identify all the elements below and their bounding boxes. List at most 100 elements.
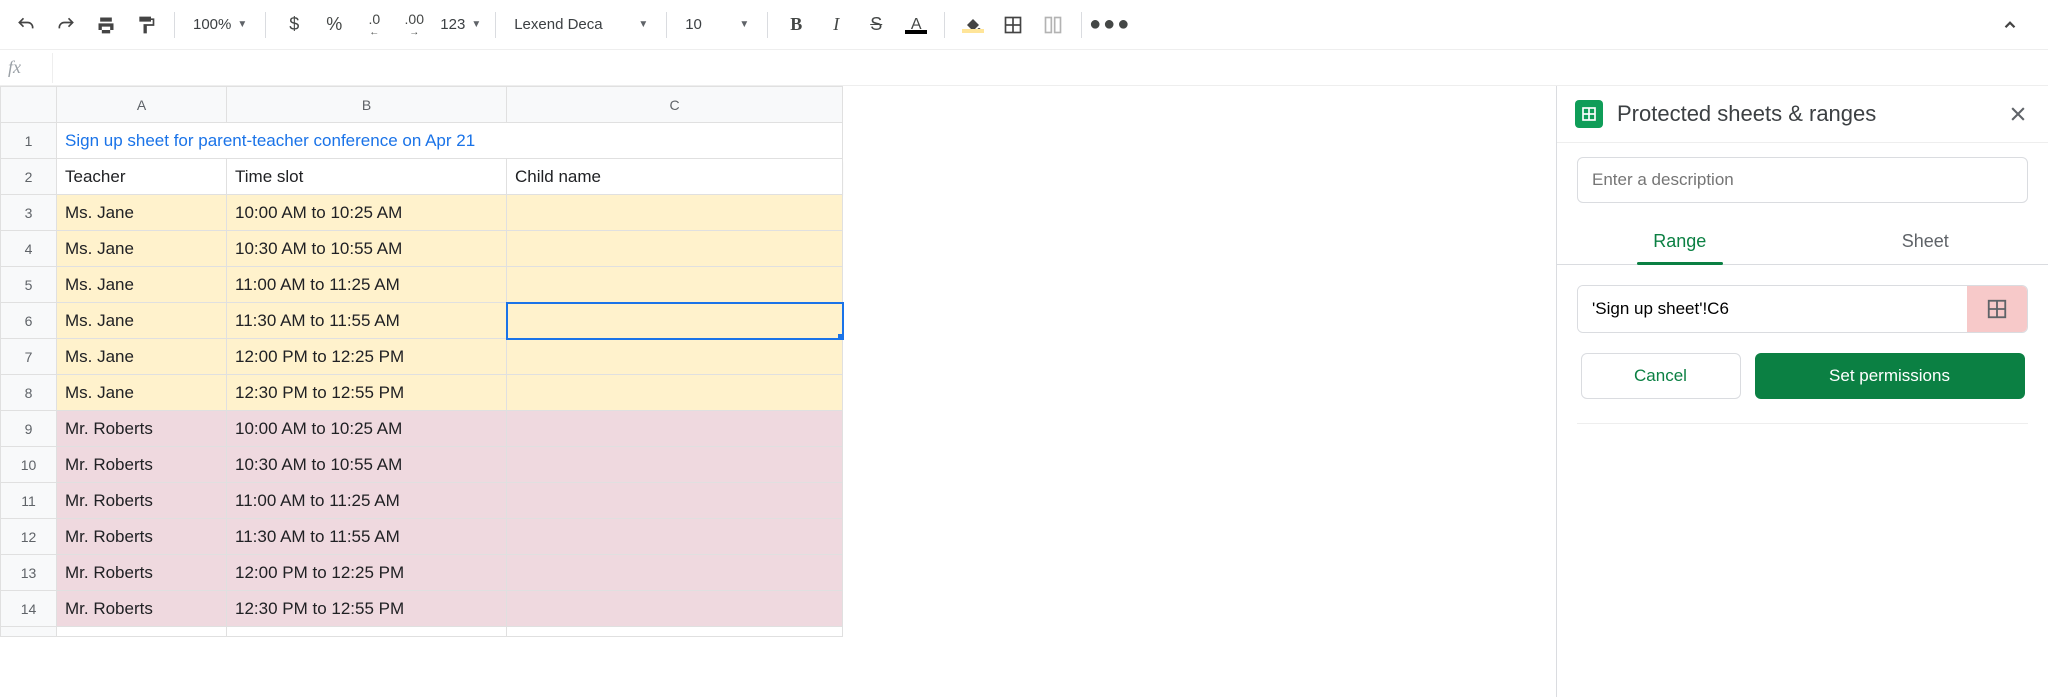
decrease-decimal-button[interactable]: .0← — [356, 7, 392, 43]
cell[interactable]: 12:00 PM to 12:25 PM — [227, 555, 507, 591]
row-header[interactable]: 1 — [1, 123, 57, 159]
column-header-B[interactable]: B — [227, 87, 507, 123]
cell[interactable]: Mr. Roberts — [57, 411, 227, 447]
cell[interactable]: Mr. Roberts — [57, 591, 227, 627]
row-header[interactable]: 6 — [1, 303, 57, 339]
cell[interactable]: Mr. Roberts — [57, 447, 227, 483]
cell[interactable]: 11:30 AM to 11:55 AM — [227, 303, 507, 339]
print-button[interactable] — [88, 7, 124, 43]
borders-button[interactable] — [995, 7, 1031, 43]
collapse-toolbar-button[interactable] — [1992, 7, 2028, 43]
sheet-title[interactable]: Sign up sheet for parent-teacher confere… — [57, 123, 843, 159]
cell[interactable] — [507, 339, 843, 375]
row-header[interactable]: 12 — [1, 519, 57, 555]
cell[interactable]: 10:00 AM to 10:25 AM — [227, 195, 507, 231]
cell[interactable] — [507, 411, 843, 447]
row-header[interactable]: 13 — [1, 555, 57, 591]
select-range-button[interactable] — [1967, 286, 2027, 332]
cell[interactable] — [507, 195, 843, 231]
formula-input[interactable] — [52, 53, 2040, 83]
cancel-button[interactable]: Cancel — [1581, 353, 1741, 399]
font-name: Lexend Deca — [514, 16, 602, 33]
cell[interactable]: 11:00 AM to 11:25 AM — [227, 483, 507, 519]
cell[interactable]: Child name — [507, 159, 843, 195]
strikethrough-button[interactable]: S — [858, 7, 894, 43]
fx-icon: fx — [8, 57, 40, 78]
font-size-value: 10 — [685, 16, 702, 33]
cell[interactable] — [507, 519, 843, 555]
selection-handle[interactable] — [838, 334, 843, 339]
cell[interactable]: 12:30 PM to 12:55 PM — [227, 591, 507, 627]
row-header[interactable]: 9 — [1, 411, 57, 447]
cell[interactable]: Mr. Roberts — [57, 483, 227, 519]
redo-button[interactable] — [48, 7, 84, 43]
zoom-value: 100% — [193, 16, 231, 33]
cell[interactable]: 10:30 AM to 10:55 AM — [227, 447, 507, 483]
zoom-select[interactable]: 100% ▼ — [185, 7, 255, 43]
caret-down-icon: ▼ — [638, 19, 648, 30]
fill-color-button[interactable] — [955, 7, 991, 43]
font-size-select[interactable]: 10 ▼ — [677, 7, 757, 43]
close-sidebar-button[interactable] — [2008, 104, 2028, 124]
column-header-C[interactable]: C — [507, 87, 843, 123]
caret-down-icon: ▼ — [739, 19, 749, 30]
cell[interactable]: Ms. Jane — [57, 195, 227, 231]
cell[interactable] — [507, 483, 843, 519]
row-header[interactable]: 4 — [1, 231, 57, 267]
currency-button[interactable]: $ — [276, 7, 312, 43]
column-header-A[interactable]: A — [57, 87, 227, 123]
font-select[interactable]: Lexend Deca ▼ — [506, 7, 656, 43]
cell[interactable]: Ms. Jane — [57, 375, 227, 411]
cell[interactable] — [507, 555, 843, 591]
toolbar: 100% ▼ $ % .0← .00→ 123 ▼ Lexend Deca ▼ … — [0, 0, 2048, 50]
cell[interactable]: Teacher — [57, 159, 227, 195]
cell[interactable]: Ms. Jane — [57, 267, 227, 303]
bold-button[interactable]: B — [778, 7, 814, 43]
cell[interactable]: 11:30 AM to 11:55 AM — [227, 519, 507, 555]
spreadsheet-grid[interactable]: A B C 1Sign up sheet for parent-teacher … — [0, 86, 1556, 697]
row-header[interactable]: 8 — [1, 375, 57, 411]
text-color-button[interactable]: A — [898, 7, 934, 43]
row-header[interactable]: 3 — [1, 195, 57, 231]
cell[interactable]: Ms. Jane — [57, 339, 227, 375]
tab-sheet[interactable]: Sheet — [1803, 221, 2048, 264]
description-input[interactable] — [1577, 157, 2028, 203]
cell[interactable]: Time slot — [227, 159, 507, 195]
cell[interactable]: Mr. Roberts — [57, 555, 227, 591]
cell[interactable] — [507, 375, 843, 411]
cell[interactable]: Ms. Jane — [57, 231, 227, 267]
merge-cells-button[interactable] — [1035, 7, 1071, 43]
paint-format-button[interactable] — [128, 7, 164, 43]
select-all-corner[interactable] — [1, 87, 57, 123]
number-format-select[interactable]: 123 ▼ — [436, 7, 485, 43]
italic-button[interactable]: I — [818, 7, 854, 43]
cell[interactable]: Mr. Roberts — [57, 519, 227, 555]
caret-down-icon: ▼ — [237, 19, 247, 30]
sidebar-tabs: Range Sheet — [1557, 221, 2048, 265]
row-header[interactable]: 11 — [1, 483, 57, 519]
set-permissions-button[interactable]: Set permissions — [1755, 353, 2025, 399]
cell[interactable] — [507, 447, 843, 483]
row-header[interactable]: 14 — [1, 591, 57, 627]
row-header[interactable]: 5 — [1, 267, 57, 303]
cell[interactable]: 10:00 AM to 10:25 AM — [227, 411, 507, 447]
range-input[interactable] — [1578, 286, 1967, 332]
undo-button[interactable] — [8, 7, 44, 43]
cell[interactable] — [507, 231, 843, 267]
cell[interactable]: 11:00 AM to 11:25 AM — [227, 267, 507, 303]
percent-button[interactable]: % — [316, 7, 352, 43]
more-options-button[interactable]: ●●● — [1092, 7, 1128, 43]
increase-decimal-button[interactable]: .00→ — [396, 7, 432, 43]
cell[interactable] — [507, 267, 843, 303]
cell[interactable]: 12:30 PM to 12:55 PM — [227, 375, 507, 411]
row-header[interactable]: 10 — [1, 447, 57, 483]
sheets-icon — [1575, 100, 1603, 128]
cell[interactable] — [507, 591, 843, 627]
cell[interactable]: Ms. Jane — [57, 303, 227, 339]
row-header[interactable]: 2 — [1, 159, 57, 195]
row-header[interactable]: 7 — [1, 339, 57, 375]
cell[interactable] — [507, 303, 843, 339]
cell[interactable]: 10:30 AM to 10:55 AM — [227, 231, 507, 267]
cell[interactable]: 12:00 PM to 12:25 PM — [227, 339, 507, 375]
tab-range[interactable]: Range — [1557, 221, 1803, 264]
